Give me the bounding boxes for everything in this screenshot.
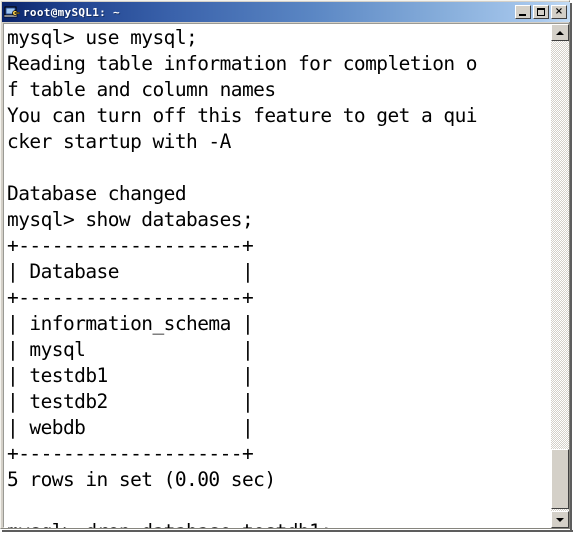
close-icon: ×: [554, 6, 564, 17]
window-title: root@mySQL1: ~: [23, 5, 120, 19]
terminal-line: | information_schema |: [7, 312, 254, 335]
terminal-line: mysql> show databases;: [7, 208, 254, 231]
vertical-scrollbar[interactable]: [551, 24, 569, 528]
window-titlebar[interactable]: root@mySQL1: ~ ×: [2, 2, 570, 22]
triangle-up-icon: [556, 30, 564, 35]
terminal-line: mysql> drop database testdb1;: [7, 519, 552, 528]
scroll-down-button[interactable]: [551, 511, 569, 528]
maximize-button[interactable]: [533, 5, 549, 19]
terminal-output[interactable]: mysql> use mysql; Reading table informat…: [4, 24, 552, 528]
terminal-line: | webdb |: [7, 416, 254, 439]
putty-terminal-icon: [3, 4, 21, 20]
scroll-up-button[interactable]: [551, 24, 569, 41]
window-drop-shadow-right: [570, 3, 572, 532]
scrollbar-thumb[interactable]: [551, 449, 569, 509]
minimize-button[interactable]: [515, 5, 531, 19]
terminal-line: | Database |: [7, 260, 254, 283]
terminal-line: cker startup with -A: [7, 130, 231, 153]
terminal-line: Database changed: [7, 182, 187, 205]
terminal-window: root@mySQL1: ~ × mysql> use mysql; Readi…: [0, 0, 570, 529]
triangle-down-icon: [556, 517, 564, 522]
terminal-line: You can turn off this feature to get a q…: [7, 104, 478, 127]
terminal-line: +--------------------+: [7, 234, 254, 257]
close-button[interactable]: ×: [551, 5, 567, 19]
terminal-line: 5 rows in set (0.00 sec): [7, 468, 276, 491]
terminal-line: +--------------------+: [7, 442, 254, 465]
window-drop-shadow-bottom: [2, 530, 573, 532]
terminal-line: f table and column names: [7, 78, 276, 101]
terminal-line: +--------------------+: [7, 286, 254, 309]
terminal-viewport: mysql> use mysql; Reading table informat…: [3, 23, 569, 528]
terminal-line: Reading table information for completion…: [7, 52, 478, 75]
terminal-line: | mysql |: [7, 338, 254, 361]
terminal-line: | testdb2 |: [7, 390, 254, 413]
terminal-line: | testdb1 |: [7, 364, 254, 387]
window-controls: ×: [515, 5, 567, 19]
terminal-line: mysql> use mysql;: [7, 26, 198, 49]
